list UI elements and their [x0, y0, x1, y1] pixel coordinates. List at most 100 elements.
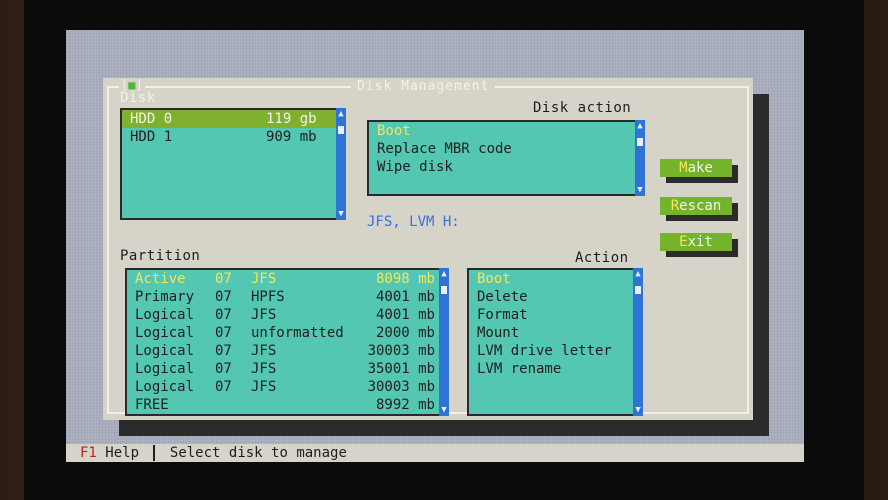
partition-id: 07 [215, 343, 232, 359]
scroll-down-icon[interactable]: ▼ [439, 404, 449, 416]
disk-size: 119 gb [266, 111, 317, 127]
disk-scrollbar[interactable]: ▲ ▼ [336, 108, 346, 220]
make-button[interactable]: Make [660, 159, 732, 177]
action-text: Format [477, 307, 528, 323]
partition-id: 07 [215, 379, 232, 395]
action-item[interactable]: LVM rename [469, 360, 641, 378]
make-hotkey: M [679, 160, 688, 176]
partition-fs: JFS [251, 307, 277, 323]
partition-type: Logical [135, 307, 195, 323]
partition-id: 07 [215, 361, 232, 377]
exit-button[interactable]: Exit [660, 233, 732, 251]
partition-info-text: JFS, LVM H: [367, 214, 460, 230]
action-text: LVM drive letter [477, 343, 612, 359]
disk-label: Disk [120, 90, 156, 106]
partition-label: Partition [120, 248, 201, 264]
help-hotkey[interactable]: F1 [66, 445, 97, 461]
partition-id: 07 [215, 271, 232, 287]
exit-hotkey: E [679, 234, 688, 250]
scroll-up-icon[interactable]: ▲ [439, 268, 449, 280]
partition-fs: unformatted [251, 325, 344, 341]
rescan-hotkey: R [670, 198, 680, 214]
rescan-button[interactable]: Rescan [660, 197, 732, 215]
partition-size: 2000 mb [375, 325, 435, 341]
partition-size: 4001 mb [375, 307, 435, 323]
disk-list[interactable]: HDD 0 119 gb HDD 1 909 mb ▲ ▼ [120, 108, 346, 220]
action-text: LVM rename [477, 361, 562, 377]
exit-label: xit [687, 234, 713, 250]
partition-row[interactable]: Logical 07 unformatted 2000 mb [127, 324, 447, 342]
action-item[interactable]: LVM drive letter [469, 342, 641, 360]
partition-scrollbar[interactable]: ▲ ▼ [439, 268, 449, 416]
status-separator [153, 445, 156, 461]
partition-id: 07 [215, 307, 232, 323]
partition-type: Active [135, 271, 186, 287]
action-text: Boot [477, 271, 511, 287]
partition-row[interactable]: FREE 8992 mb [127, 396, 447, 414]
partition-size: 35001 mb [367, 361, 435, 377]
disk-action-text: Wipe disk [377, 159, 453, 175]
scroll-thumb[interactable] [441, 286, 447, 294]
action-list[interactable]: Boot Delete Format Mount LVM drive lette… [467, 268, 643, 416]
disk-action-item[interactable]: Replace MBR code [369, 140, 643, 158]
partition-type: Logical [135, 343, 195, 359]
partition-row[interactable]: Logical 07 JFS 30003 mb [127, 378, 447, 396]
partition-row[interactable]: Logical 07 JFS 4001 mb [127, 306, 447, 324]
partition-row[interactable]: Logical 07 JFS 35001 mb [127, 360, 447, 378]
partition-row[interactable]: Active 07 JFS 8098 mb [127, 270, 447, 288]
scroll-down-icon[interactable]: ▼ [635, 184, 645, 196]
disk-action-text: Boot [377, 123, 411, 139]
action-item[interactable]: Delete [469, 288, 641, 306]
action-text: Mount [477, 325, 520, 341]
partition-size: 8098 mb [375, 271, 435, 287]
disk-action-label: Disk action [533, 100, 632, 116]
disk-action-item[interactable]: Boot [369, 122, 643, 140]
dialog-title: Disk Management [351, 79, 496, 94]
partition-id: 07 [215, 289, 232, 305]
disk-item[interactable]: HDD 0 119 gb [122, 110, 344, 128]
disk-size: 909 mb [266, 129, 317, 145]
scroll-down-icon[interactable]: ▼ [336, 208, 346, 220]
partition-row[interactable]: Logical 07 JFS 30003 mb [127, 342, 447, 360]
partition-fs: JFS [251, 343, 277, 359]
partition-type: Primary [135, 289, 195, 305]
status-bar: F1 Help Select disk to manage [66, 444, 804, 462]
partition-type: Logical [135, 361, 195, 377]
rescan-label: escan [679, 198, 722, 214]
partition-size: 4001 mb [375, 289, 435, 305]
status-message: Select disk to manage [169, 445, 347, 461]
scroll-up-icon[interactable]: ▲ [635, 120, 645, 132]
screen: [■] Disk Management Disk HDD 0 119 gb HD… [66, 30, 804, 462]
scroll-thumb[interactable] [635, 286, 641, 294]
disk-management-dialog: [■] Disk Management Disk HDD 0 119 gb HD… [103, 78, 753, 420]
disk-item[interactable]: HDD 1 909 mb [122, 128, 344, 146]
action-item[interactable]: Format [469, 306, 641, 324]
partition-fs: HPFS [251, 289, 285, 305]
action-scrollbar[interactable]: ▲ ▼ [633, 268, 643, 416]
partition-list[interactable]: Active 07 JFS 8098 mb Primary 07 HPFS 40… [125, 268, 449, 416]
scroll-up-icon[interactable]: ▲ [633, 268, 643, 280]
action-item[interactable]: Boot [469, 270, 641, 288]
partition-size: 30003 mb [367, 343, 435, 359]
disk-action-item[interactable]: Wipe disk [369, 158, 643, 176]
partition-row[interactable]: Primary 07 HPFS 4001 mb [127, 288, 447, 306]
partition-id: 07 [215, 325, 232, 341]
disk-action-list[interactable]: Boot Replace MBR code Wipe disk ▲ ▼ [367, 120, 645, 196]
disk-action-scrollbar[interactable]: ▲ ▼ [635, 120, 645, 196]
partition-type: Logical [135, 325, 195, 341]
help-label[interactable]: Help [105, 445, 139, 461]
action-text: Delete [477, 289, 528, 305]
action-label: Action [575, 250, 629, 266]
partition-fs: JFS [251, 361, 277, 377]
scroll-thumb[interactable] [338, 126, 344, 134]
scroll-down-icon[interactable]: ▼ [633, 404, 643, 416]
make-label: ake [687, 160, 713, 176]
partition-size: 30003 mb [367, 379, 435, 395]
scroll-up-icon[interactable]: ▲ [336, 108, 346, 120]
scroll-thumb[interactable] [637, 138, 643, 146]
partition-type: FREE [135, 397, 169, 413]
disk-name: HDD 1 [130, 129, 173, 145]
partition-type: Logical [135, 379, 195, 395]
partition-size: 8992 mb [375, 397, 435, 413]
action-item[interactable]: Mount [469, 324, 641, 342]
